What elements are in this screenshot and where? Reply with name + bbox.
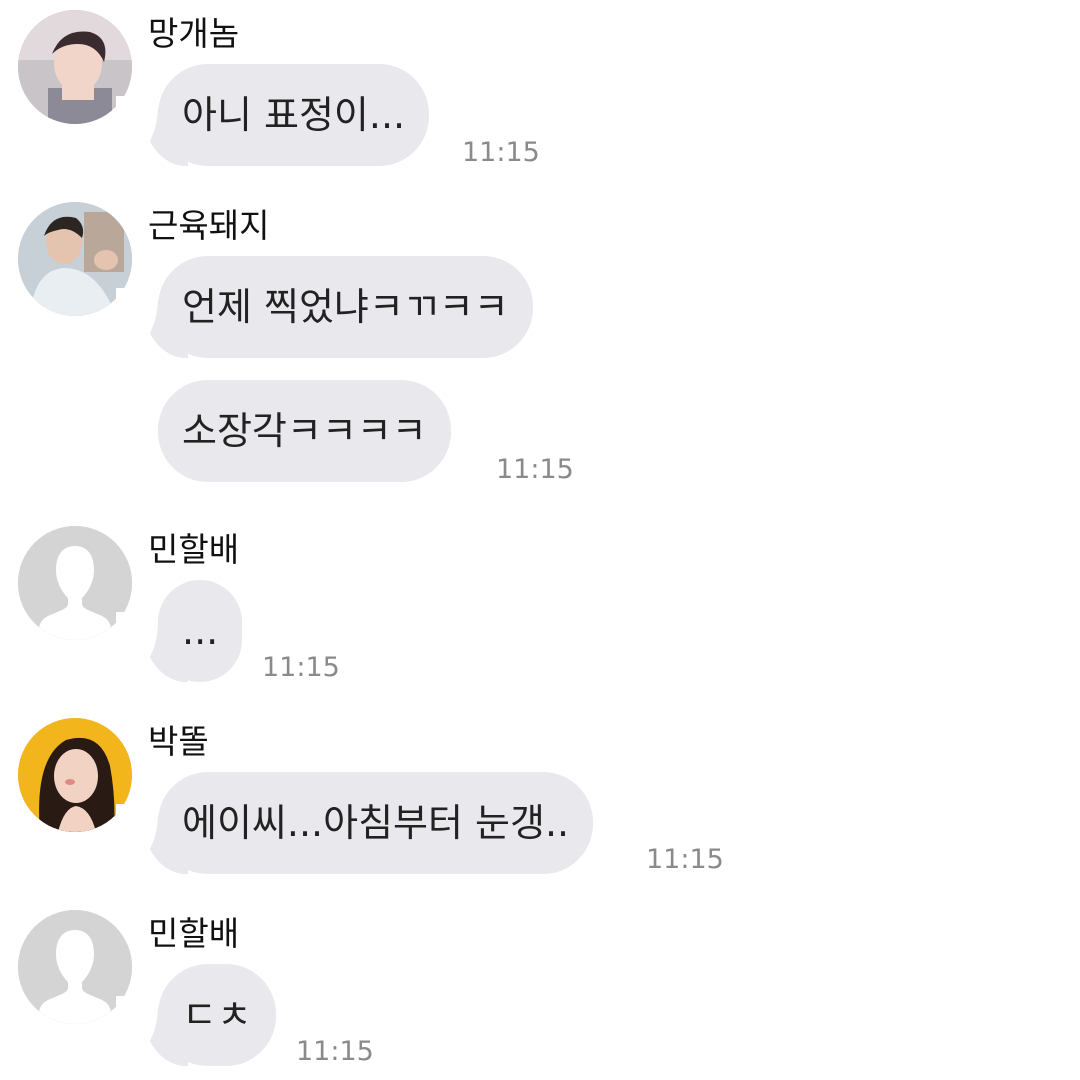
timestamp: 11:15 bbox=[646, 844, 724, 875]
message-text: 아니 표정이... bbox=[182, 93, 406, 137]
timestamp: 11:15 bbox=[296, 1036, 374, 1067]
sender-name: 근육돼지 bbox=[148, 206, 270, 245]
timestamp: 11:15 bbox=[496, 454, 574, 485]
timestamp: 11:15 bbox=[262, 652, 340, 683]
message-text: ㄷㅊ bbox=[182, 993, 252, 1037]
default-person-icon[interactable] bbox=[18, 526, 132, 640]
message-text: 언제 찍었냐ㅋㄲㅋㅋ bbox=[182, 285, 509, 329]
profile-photo-icon[interactable] bbox=[18, 718, 132, 832]
message-text: 소장각ㅋㅋㅋㅋ bbox=[182, 409, 427, 453]
message-text: 에이씨...아침부터 눈갱.. bbox=[182, 801, 570, 845]
sender-name: 민할배 bbox=[148, 530, 240, 569]
message-bubble[interactable]: ... bbox=[115, 580, 243, 682]
default-person-icon[interactable] bbox=[18, 910, 132, 1024]
message-bubble[interactable]: 에이씨...아침부터 눈갱.. bbox=[115, 772, 594, 874]
sender-name: 망개놈 bbox=[148, 14, 240, 53]
profile-photo-icon[interactable] bbox=[18, 202, 132, 316]
message-text: ... bbox=[182, 609, 219, 653]
sender-name: 민할배 bbox=[148, 914, 240, 953]
message-bubble[interactable]: 언제 찍었냐ㅋㄲㅋㅋ bbox=[116, 256, 533, 358]
message-bubble[interactable]: 소장각ㅋㅋㅋㅋ bbox=[158, 380, 451, 482]
sender-name: 박똘 bbox=[148, 722, 209, 761]
message-bubble[interactable]: 아니 표정이... bbox=[115, 64, 430, 166]
message-bubble[interactable]: ㄷㅊ bbox=[116, 964, 276, 1066]
profile-photo-icon[interactable] bbox=[18, 10, 132, 124]
timestamp: 11:15 bbox=[462, 137, 540, 168]
